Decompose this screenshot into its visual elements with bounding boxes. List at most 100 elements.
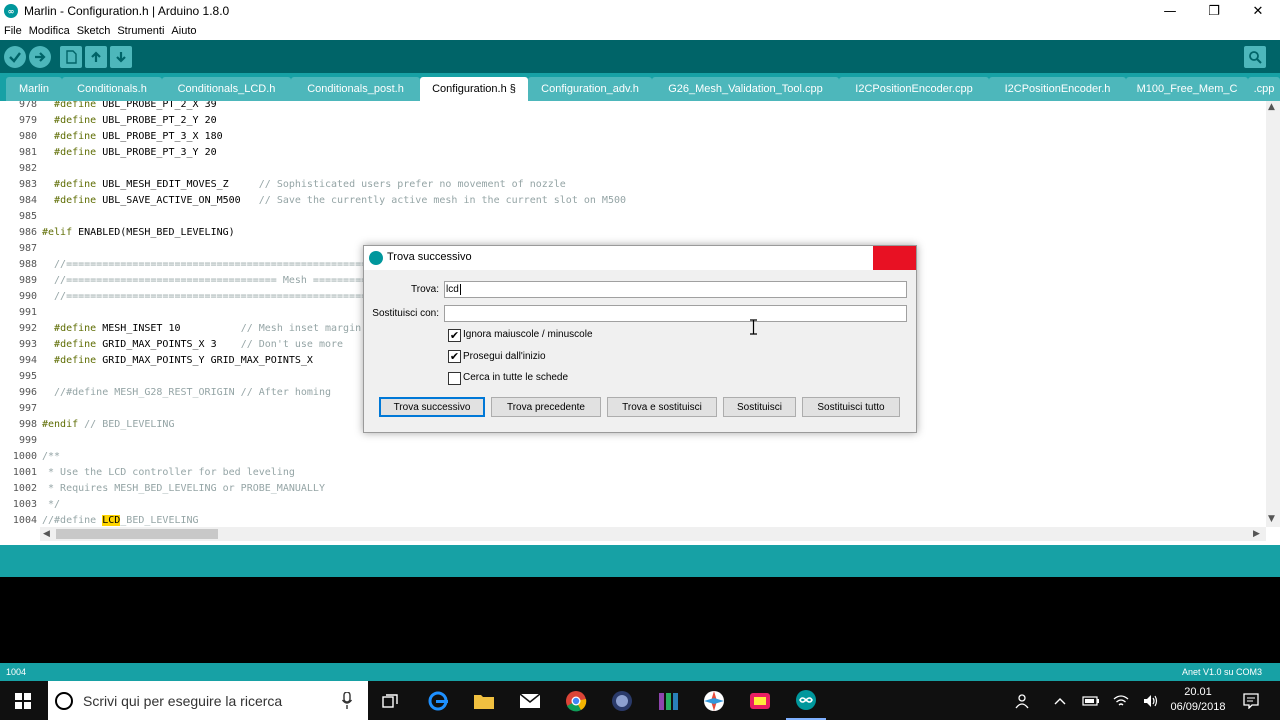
tab-conditionals-post-h[interactable]: Conditionals_post.h [291, 77, 420, 101]
find-next-button[interactable]: Trova successivo [379, 397, 485, 417]
line-number-gutter: 980 [18, 131, 37, 142]
tab-m100-free-mem[interactable]: M100_Free_Mem_C [1126, 77, 1248, 101]
taskbar-search-box[interactable]: Scrivi qui per eseguire la ricerca [48, 681, 368, 720]
replace-input[interactable] [444, 305, 907, 322]
tab-i2cpositionencoder-cpp[interactable]: I2CPositionEncoder.cpp [839, 77, 989, 101]
vertical-scrollbar[interactable] [1266, 101, 1280, 527]
line-content: * Requires MESH_BED_LEVELING or PROBE_MA… [42, 481, 325, 497]
windows-logo-icon [15, 692, 31, 709]
colored-bars-icon [659, 692, 678, 710]
find-and-replace-button[interactable]: Trova e sostituisci [607, 397, 717, 417]
scroll-up-arrow-icon[interactable]: ▲ [1268, 102, 1275, 112]
verify-button[interactable] [4, 46, 26, 68]
taskbar-file-explorer[interactable] [464, 681, 504, 720]
code-line[interactable]: 983 #define UBL_MESH_EDIT_MOVES_Z // Sop… [0, 177, 1266, 193]
upload-button[interactable] [29, 46, 51, 68]
code-line[interactable]: 979 #define UBL_PROBE_PT_2_Y 20 [0, 113, 1266, 129]
line-number-gutter: 982 [18, 163, 37, 174]
tab-marlin[interactable]: Marlin [6, 77, 62, 101]
taskbar-clock[interactable]: 20.01 06/09/2018 [1168, 685, 1228, 715]
code-line[interactable]: 1003 */ [0, 497, 1266, 513]
line-content: */ [42, 497, 60, 513]
tab-g26-mesh-validation-tool[interactable]: G26_Mesh_Validation_Tool.cpp [652, 77, 839, 101]
taskbar-shutter-app[interactable] [694, 681, 734, 720]
code-line[interactable]: 999 [0, 433, 1266, 449]
code-line[interactable]: 981 #define UBL_PROBE_PT_3_Y 20 [0, 145, 1266, 161]
code-line[interactable]: 986 #elif ENABLED(MESH_BED_LEVELING) [0, 225, 1266, 241]
action-center-button[interactable] [1236, 681, 1266, 720]
find-previous-button[interactable]: Trova precedente [491, 397, 601, 417]
task-view-button[interactable] [370, 681, 410, 720]
taskbar-mail[interactable] [510, 681, 550, 720]
line-content: #define GRID_MAX_POINTS_X 3 // Don't use… [42, 337, 343, 353]
replace-button[interactable]: Sostituisci [723, 397, 796, 417]
code-token: // Mesh inset margin [240, 323, 362, 334]
code-token: //#define [42, 515, 103, 526]
microphone-icon[interactable] [342, 692, 352, 709]
taskbar-cinema4d[interactable] [602, 681, 642, 720]
code-line[interactable]: 1002 * Requires MESH_BED_LEVELING or PRO… [0, 481, 1266, 497]
scroll-left-arrow-icon[interactable]: ◀ [43, 529, 50, 539]
code-line[interactable]: 984 #define UBL_SAVE_ACTIVE_ON_M500 // S… [0, 193, 1266, 209]
close-button[interactable]: ✕ [1236, 0, 1280, 22]
code-token: #define [54, 147, 97, 158]
tab-conditionals-h[interactable]: Conditionals.h [62, 77, 162, 101]
clock-date: 06/09/2018 [1170, 701, 1226, 713]
line-number-gutter: 999 [18, 435, 37, 446]
tray-volume[interactable] [1138, 681, 1164, 720]
horizontal-scroll-thumb[interactable] [56, 529, 218, 539]
code-line[interactable]: 980 #define UBL_PROBE_PT_3_X 180 [0, 129, 1266, 145]
save-button[interactable] [110, 46, 132, 68]
line-content: #define UBL_PROBE_PT_3_Y 20 [42, 145, 217, 161]
menu-file[interactable]: File [4, 25, 22, 37]
code-token: #define [54, 179, 97, 190]
minimize-button[interactable]: — [1148, 0, 1192, 22]
menu-strumenti[interactable]: Strumenti [117, 25, 164, 37]
line-content: #define MESH_INSET 10 // Mesh inset marg… [42, 321, 361, 337]
tray-show-hidden[interactable] [1048, 681, 1072, 720]
tab-configuration-h[interactable]: Configuration.h § [420, 77, 528, 101]
tray-wifi[interactable] [1108, 681, 1134, 720]
replace-all-button[interactable]: Sostituisci tutto [802, 397, 900, 417]
taskbar-edge[interactable] [418, 681, 458, 720]
menu-aiuto[interactable]: Aiuto [171, 25, 196, 37]
scroll-down-arrow-icon[interactable]: ▼ [1268, 514, 1275, 524]
code-line[interactable]: 985 [0, 209, 1266, 225]
open-button[interactable] [85, 46, 107, 68]
code-line[interactable]: 1004 //#define LCD_BED_LEVELING [0, 513, 1266, 527]
taskbar-media-app[interactable] [740, 681, 780, 720]
dialog-close-button[interactable] [873, 246, 916, 270]
line-content: #define UBL_PROBE_PT_2_Y 20 [42, 113, 217, 129]
taskbar-chrome[interactable] [556, 681, 596, 720]
tray-battery[interactable] [1078, 681, 1104, 720]
code-line[interactable]: 982 [0, 161, 1266, 177]
taskbar-app-bars[interactable] [648, 681, 688, 720]
code-line[interactable]: 1001 * Use the LCD controller for bed le… [0, 465, 1266, 481]
code-line[interactable]: 978 #define UBL_PROBE_PT_2_X 39 [0, 101, 1266, 113]
find-input-value: lcd [446, 284, 459, 295]
find-input[interactable]: lcd [444, 281, 907, 298]
start-button[interactable] [0, 681, 46, 720]
new-button[interactable] [60, 46, 82, 68]
tab-conditionals-lcd-h[interactable]: Conditionals_LCD.h [162, 77, 291, 101]
find-replace-dialog: Trova successivo Trova: lcd Sostituisci … [363, 245, 917, 433]
taskbar-arduino[interactable] [786, 681, 826, 720]
menu-modifica[interactable]: Modifica [29, 25, 70, 37]
restore-button[interactable]: ❐ [1192, 0, 1236, 22]
tab-overflow-cpp[interactable]: .cpp [1248, 77, 1280, 101]
tab-i2cpositionencoder-h[interactable]: I2CPositionEncoder.h [989, 77, 1126, 101]
line-content: #elif ENABLED(MESH_BED_LEVELING) [42, 225, 235, 241]
scroll-right-arrow-icon[interactable]: ▶ [1253, 529, 1260, 539]
search-all-tabs-checkbox[interactable] [448, 372, 461, 385]
tab-configuration-adv-h[interactable]: Configuration_adv.h [528, 77, 652, 101]
battery-icon [1082, 695, 1099, 706]
code-line[interactable]: 1000 /** [0, 449, 1266, 465]
serial-monitor-button[interactable] [1244, 46, 1266, 68]
tray-people[interactable] [1008, 681, 1036, 720]
horizontal-scrollbar[interactable] [40, 527, 1266, 541]
ignore-case-checkbox[interactable]: ✔ [448, 329, 461, 342]
menu-sketch[interactable]: Sketch [77, 25, 111, 37]
line-content: #define UBL_PROBE_PT_2_X 39 [42, 101, 217, 113]
wrap-around-checkbox[interactable]: ✔ [448, 350, 461, 363]
